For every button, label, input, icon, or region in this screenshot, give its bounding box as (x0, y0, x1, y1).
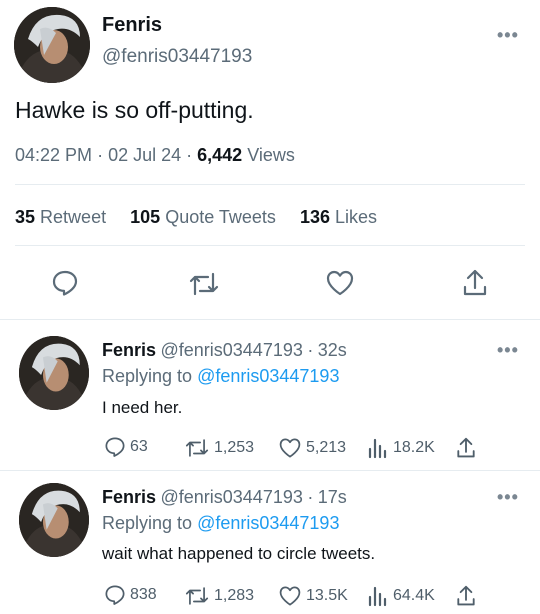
divider (0, 319, 540, 320)
avatar[interactable] (14, 7, 90, 83)
quotes-count: 105 (130, 207, 161, 227)
meta-separator: · (307, 487, 314, 507)
likes-label: Likes (335, 207, 378, 227)
share-icon[interactable] (462, 268, 488, 298)
reply-text: wait what happened to circle tweets. (102, 544, 376, 563)
share-icon (457, 437, 475, 458)
quotes-stat[interactable]: 105 Quote Tweets (130, 207, 276, 227)
avatar-image (19, 483, 89, 557)
tweet-time: 32s (317, 340, 347, 360)
like-button[interactable]: 5,213 (278, 437, 346, 459)
views-button[interactable]: 64.4K (367, 585, 435, 607)
replying-to: Replying to @fenris03447193 (102, 513, 339, 534)
replying-to-link[interactable]: @fenris03447193 (197, 513, 339, 533)
tweet-meta: 04:22 PM · 02 Jul 24 · 6,442 Views (15, 145, 295, 166)
reply-icon (105, 585, 125, 605)
avatar-image (14, 7, 90, 83)
more-options-icon[interactable]: ••• (497, 341, 519, 359)
more-options-icon[interactable]: ••• (497, 26, 519, 44)
like-count: 5,213 (306, 439, 347, 456)
user-handle[interactable]: @fenris03447193 (102, 46, 252, 68)
display-name[interactable]: Fenris (102, 487, 156, 507)
retweets-count: 35 (15, 207, 36, 227)
replying-label: Replying to (102, 366, 193, 386)
likes-count: 136 (299, 207, 330, 227)
retweet-icon[interactable] (188, 270, 220, 298)
replying-to-link[interactable]: @fenris03447193 (197, 366, 339, 386)
views-count: 18.2K (393, 439, 435, 456)
avatar[interactable] (19, 483, 89, 557)
meta-separator: · (186, 145, 198, 165)
divider (15, 245, 525, 246)
like-button[interactable]: 13.5K (278, 585, 348, 607)
views-count: 64.4K (393, 587, 435, 604)
reply-header: Fenris @fenris03447193 · 32s (102, 340, 347, 361)
divider (0, 470, 540, 471)
reply-header: Fenris @fenris03447193 · 17s (102, 487, 347, 508)
retweets-stat[interactable]: 35 Retweet (15, 207, 106, 227)
tweet-text: Hawke is so off-putting. (15, 97, 254, 123)
views-icon (368, 438, 387, 459)
reply-icon (105, 437, 125, 457)
views-icon (368, 586, 387, 607)
retweet-count: 1,253 (214, 439, 255, 456)
like-icon (279, 586, 301, 606)
meta-separator: · (307, 340, 314, 360)
user-handle[interactable]: @fenris03447193 (160, 487, 302, 507)
likes-stat[interactable]: 136 Likes (300, 207, 377, 227)
avatar[interactable] (19, 336, 89, 410)
display-name[interactable]: Fenris (102, 340, 156, 360)
tweet-date: 02 Jul 24 (108, 145, 182, 165)
divider (15, 184, 525, 185)
reply-icon[interactable] (51, 269, 79, 297)
user-handle[interactable]: @fenris03447193 (160, 340, 302, 360)
replying-to: Replying to @fenris03447193 (102, 366, 339, 387)
like-icon[interactable] (325, 269, 355, 297)
tweet-time: 04:22 PM (15, 145, 93, 165)
retweet-icon (185, 439, 209, 457)
tweet-time: 17s (317, 487, 347, 507)
display-name[interactable]: Fenris (102, 14, 162, 37)
quotes-label: Quote Tweets (165, 207, 276, 227)
views-button[interactable]: 18.2K (367, 437, 435, 459)
share-icon (457, 585, 475, 606)
retweet-button[interactable]: 1,283 (184, 585, 254, 607)
more-options-icon[interactable]: ••• (497, 488, 519, 506)
retweets-label: Retweet (40, 207, 107, 227)
reply-button[interactable]: 838 (104, 584, 157, 606)
views-label: Views (247, 145, 295, 165)
views-count: 6,442 (197, 145, 243, 165)
reply-count: 838 (130, 586, 157, 603)
like-icon (279, 438, 301, 458)
reply-button[interactable]: 63 (104, 436, 148, 458)
replying-label: Replying to (102, 513, 193, 533)
share-button[interactable] (456, 584, 480, 608)
reply-text: I need her. (102, 398, 183, 417)
engagement-stats: 35 Retweet 105 Quote Tweets 136 Likes (15, 207, 377, 228)
meta-separator: · (97, 145, 109, 165)
retweet-icon (185, 587, 209, 605)
avatar-image (19, 336, 89, 410)
like-count: 13.5K (306, 587, 348, 604)
reply-count: 63 (130, 438, 148, 455)
retweet-count: 1,283 (214, 587, 255, 604)
retweet-button[interactable]: 1,253 (184, 437, 254, 459)
share-button[interactable] (456, 436, 480, 460)
